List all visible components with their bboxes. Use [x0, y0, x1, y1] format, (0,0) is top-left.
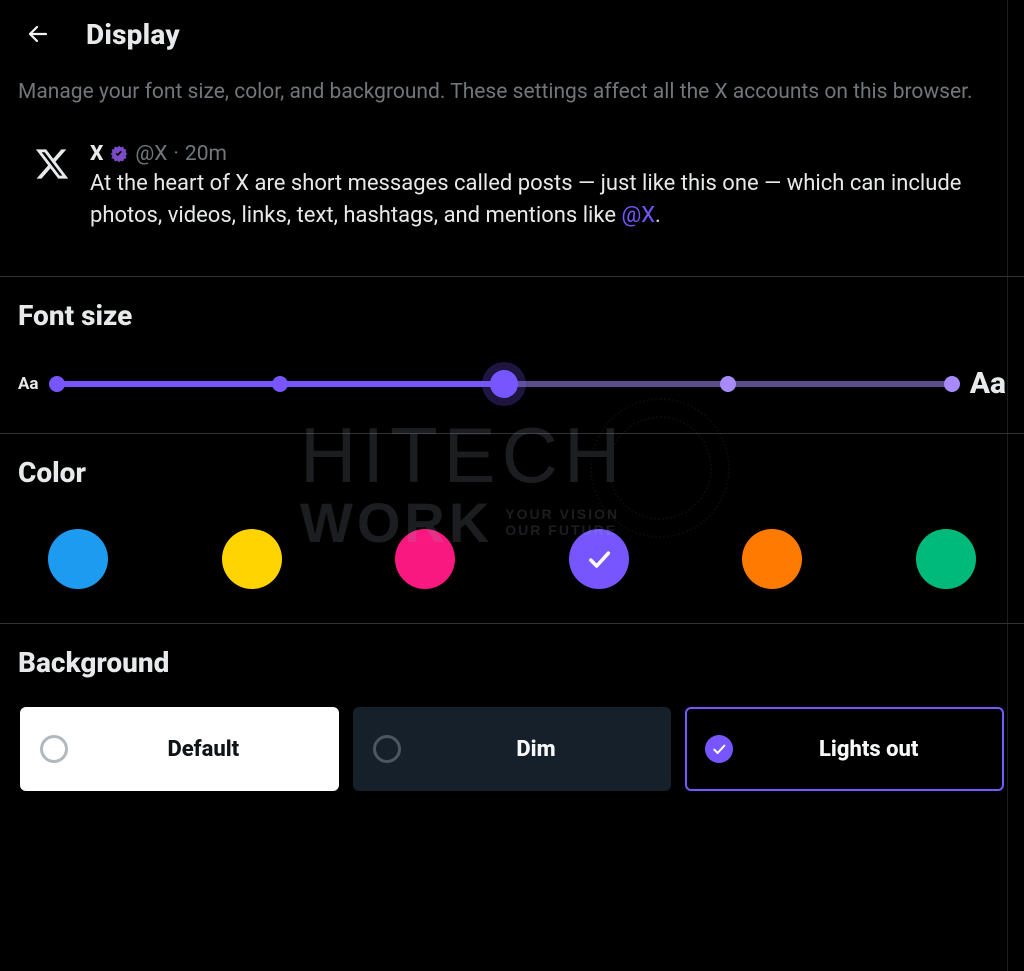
post-mention[interactable]: @X: [621, 203, 655, 228]
background-dim[interactable]: Dim: [353, 707, 672, 791]
font-size-label-small: Aa: [18, 374, 39, 394]
post-timestamp: 20m: [185, 142, 227, 166]
back-arrow-icon: [26, 22, 50, 46]
verified-badge-icon: [109, 144, 129, 164]
font-size-title: Font size: [18, 299, 1006, 332]
sample-post: X @X · 20m At the heart of X are short m…: [18, 128, 1006, 252]
post-content: X @X · 20m At the heart of X are short m…: [90, 142, 970, 232]
slider-step-1[interactable]: [49, 376, 65, 392]
background-options: Default Dim Lights out: [18, 707, 1006, 791]
radio-selected-icon: [705, 735, 733, 763]
slider-step-2[interactable]: [272, 376, 288, 392]
post-text-post: .: [655, 203, 661, 228]
color-options: [18, 517, 1006, 597]
color-orange[interactable]: [742, 529, 802, 589]
color-pink[interactable]: [395, 529, 455, 589]
background-section: Background Default Dim Lights out: [0, 624, 1024, 817]
color-blue[interactable]: [48, 529, 108, 589]
background-lights-out[interactable]: Lights out: [685, 707, 1004, 791]
color-title: Color: [18, 456, 1006, 489]
scroll-track: [1007, 0, 1008, 971]
page-header: Display: [0, 0, 1024, 78]
background-default[interactable]: Default: [20, 707, 339, 791]
check-icon: [585, 545, 613, 573]
background-title: Background: [18, 646, 1006, 679]
font-size-slider-row: Aa Aa: [18, 360, 1006, 407]
background-dim-label: Dim: [421, 737, 652, 762]
page-description: Manage your font size, color, and backgr…: [0, 78, 1024, 128]
avatar: [30, 142, 74, 186]
post-separator: ·: [173, 142, 179, 166]
color-purple[interactable]: [569, 529, 629, 589]
post-author-name: X: [90, 142, 103, 166]
post-header: X @X · 20m: [90, 142, 970, 166]
slider-step-3[interactable]: [490, 370, 518, 398]
post-text-pre: At the heart of X are short messages cal…: [90, 171, 961, 228]
background-lights-out-label: Lights out: [753, 737, 984, 762]
color-section: Color: [0, 434, 1024, 623]
radio-icon: [373, 735, 401, 763]
color-green[interactable]: [916, 529, 976, 589]
back-button[interactable]: [18, 14, 58, 54]
slider-step-5[interactable]: [944, 376, 960, 392]
font-size-label-large: Aa: [970, 366, 1006, 401]
page-title: Display: [86, 18, 180, 51]
font-size-slider[interactable]: [57, 371, 952, 397]
color-yellow[interactable]: [222, 529, 282, 589]
background-default-label: Default: [88, 737, 319, 762]
post-body: At the heart of X are short messages cal…: [90, 168, 970, 232]
check-icon: [711, 741, 727, 757]
post-author-handle: @X: [135, 142, 167, 166]
font-size-section: Font size Aa Aa: [0, 277, 1024, 433]
slider-step-4[interactable]: [720, 376, 736, 392]
x-logo-icon: [34, 146, 70, 182]
radio-icon: [40, 735, 68, 763]
